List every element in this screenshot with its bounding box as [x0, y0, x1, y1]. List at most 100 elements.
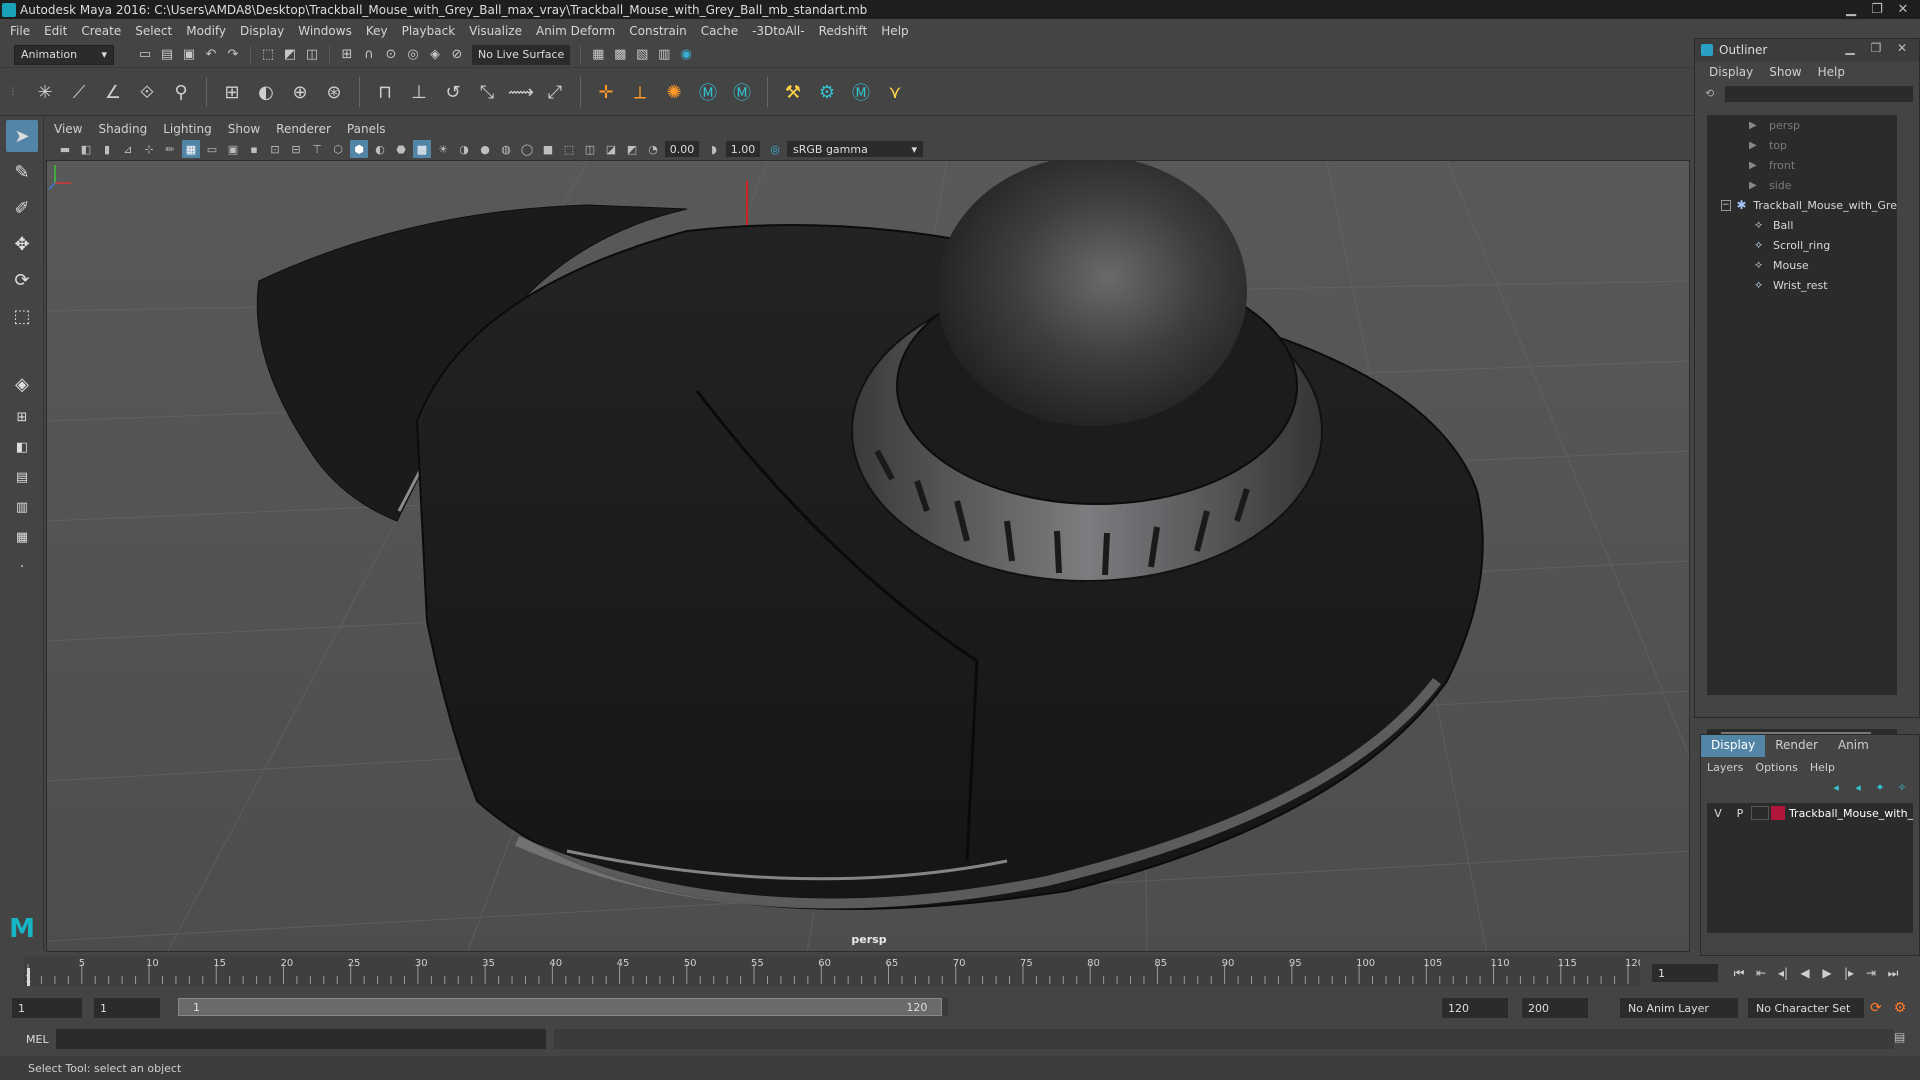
parent-constraint-icon[interactable]: Ⓜ: [693, 77, 723, 107]
layer-menu-layers[interactable]: Layers: [1707, 761, 1743, 774]
wireframe-icon[interactable]: ⬡: [329, 140, 347, 158]
menu-modify[interactable]: Modify: [186, 24, 226, 38]
move-layer-down-icon[interactable]: ◂: [1847, 781, 1869, 794]
panel-menu-show[interactable]: Show: [228, 122, 260, 136]
shelf-grip[interactable]: ⋮: [8, 74, 18, 110]
panel-menu-view[interactable]: View: [54, 122, 82, 136]
layer-display-type[interactable]: [1750, 806, 1769, 820]
persp-outliner-layout-icon[interactable]: ▤: [6, 464, 38, 490]
gamma-field[interactable]: 1.00: [726, 141, 760, 157]
camera-attributes-icon[interactable]: ◧: [77, 140, 95, 158]
menu-windows[interactable]: Windows: [298, 24, 352, 38]
playback-start-field[interactable]: 1: [94, 998, 160, 1018]
panel-menu-shading[interactable]: Shading: [98, 122, 147, 136]
use-all-lights-icon[interactable]: ☀: [434, 140, 452, 158]
graph-editor-layout-icon[interactable]: ▥: [6, 494, 38, 520]
snap-to-grid-icon[interactable]: ⊞: [338, 46, 356, 64]
set-key-rotate-icon[interactable]: ↺: [438, 77, 468, 107]
gate-mask-icon[interactable]: ▪: [245, 140, 263, 158]
exposure-field[interactable]: 0.00: [665, 141, 699, 157]
outliner-item-front[interactable]: ▶ front: [1707, 155, 1897, 175]
select-tool-icon[interactable]: ➤: [6, 120, 38, 152]
time-slider[interactable]: 1510152025303540455055606570758085909510…: [24, 956, 1640, 986]
outliner-search-input[interactable]: [1725, 86, 1913, 102]
command-input[interactable]: [56, 1029, 546, 1049]
new-scene-icon[interactable]: ▭: [136, 46, 154, 64]
render-view-icon[interactable]: ▥: [655, 46, 673, 64]
camera-select-icon[interactable]: ▬: [56, 140, 74, 158]
single-perspective-view-icon[interactable]: ◈: [6, 368, 38, 400]
snap-to-curve-icon[interactable]: ∩: [360, 46, 378, 64]
hypershade-icon[interactable]: ◉: [677, 46, 695, 64]
bookmark-icon[interactable]: ▮: [98, 140, 116, 158]
panel-menu-panels[interactable]: Panels: [347, 122, 386, 136]
joint-tool-icon[interactable]: ✳: [30, 77, 60, 107]
outliner-item-mouse[interactable]: ⟡ Mouse: [1707, 255, 1897, 275]
outliner-minimize-button[interactable]: ▁: [1837, 41, 1863, 55]
range-slider[interactable]: 1 120: [178, 998, 948, 1016]
mash-icon[interactable]: Ⓜ: [846, 77, 876, 107]
use-default-material-icon[interactable]: ◐: [371, 140, 389, 158]
undo-icon[interactable]: ↶: [202, 46, 220, 64]
scale-tool-icon[interactable]: ⬚: [6, 300, 38, 332]
persp-graph-layout-icon[interactable]: ◧: [6, 434, 38, 460]
anti-aliasing-icon[interactable]: ◯: [518, 140, 536, 158]
outliner-item-ball[interactable]: ⟡ Ball: [1707, 215, 1897, 235]
render-frame-icon[interactable]: ▩: [611, 46, 629, 64]
ghost-icon[interactable]: ⤢: [540, 77, 570, 107]
menu-edit[interactable]: Edit: [44, 24, 67, 38]
lattice-icon[interactable]: ⊕: [285, 77, 315, 107]
move-tool-icon[interactable]: ✥: [6, 228, 38, 260]
uv-editor-layout-icon[interactable]: ▦: [6, 524, 38, 550]
menu-anim-deform[interactable]: Anim Deform: [536, 24, 615, 38]
outliner-item-wrist-rest[interactable]: ⟡ Wrist_rest: [1707, 275, 1897, 295]
range-slider-handle[interactable]: 1 120: [178, 998, 943, 1016]
layer-visibility-toggle[interactable]: V: [1707, 807, 1729, 820]
panel-menu-lighting[interactable]: Lighting: [163, 122, 212, 136]
set-key-translate-icon[interactable]: ⊥: [404, 77, 434, 107]
select-by-hierarchy-icon[interactable]: ⬚: [259, 46, 277, 64]
menu-cache[interactable]: Cache: [701, 24, 738, 38]
panel-menu-renderer[interactable]: Renderer: [276, 122, 331, 136]
layer-row[interactable]: V P Trackball_Mouse_with_: [1707, 803, 1913, 823]
mirror-joint-icon[interactable]: ⚲: [166, 77, 196, 107]
menu-visualize[interactable]: Visualize: [469, 24, 522, 38]
step-back-key-icon[interactable]: ⇤: [1750, 964, 1772, 982]
step-forward-key-icon[interactable]: ⇥: [1860, 964, 1882, 982]
layer-color-swatch[interactable]: [1770, 806, 1785, 820]
safe-action-icon[interactable]: ⊟: [287, 140, 305, 158]
outliner-item-top[interactable]: ▶ top: [1707, 135, 1897, 155]
blend-shape-icon[interactable]: ⋎: [880, 77, 910, 107]
close-button[interactable]: ✕: [1890, 0, 1916, 18]
menu-set-dropdown[interactable]: Animation ▾: [14, 44, 114, 65]
motion-path-icon[interactable]: ⟿: [506, 77, 536, 107]
play-forward-icon[interactable]: ▶: [1816, 964, 1838, 982]
resolution-gate-icon[interactable]: ▣: [224, 140, 242, 158]
orient-constraint-icon[interactable]: ✺: [659, 77, 689, 107]
menu-constrain[interactable]: Constrain: [629, 24, 687, 38]
collapse-toolbox-icon[interactable]: ·: [6, 554, 38, 580]
exposure-icon[interactable]: ◔: [644, 140, 662, 158]
view-transform-dropdown[interactable]: sRGB gamma ▾: [787, 141, 923, 157]
film-gate-icon[interactable]: ▭: [203, 140, 221, 158]
textured-icon[interactable]: ▩: [413, 140, 431, 158]
grid-toggle-icon[interactable]: ▦: [182, 140, 200, 158]
animation-preferences-icon[interactable]: ⚙: [1888, 998, 1912, 1018]
animation-end-field[interactable]: 200: [1522, 998, 1588, 1018]
skin-bind-icon[interactable]: ⊞: [217, 77, 247, 107]
xray-active-icon[interactable]: ◪: [602, 140, 620, 158]
save-scene-icon[interactable]: ▣: [180, 46, 198, 64]
step-back-frame-icon[interactable]: ◂|: [1772, 964, 1794, 982]
paint-select-tool-icon[interactable]: ✐: [6, 192, 38, 224]
menu-file[interactable]: File: [10, 24, 30, 38]
layer-playback-toggle[interactable]: P: [1729, 807, 1751, 820]
open-scene-icon[interactable]: ▤: [158, 46, 176, 64]
trackball-ball-mesh[interactable]: [937, 161, 1247, 426]
ik-spline-icon[interactable]: ∠: [98, 77, 128, 107]
menu-select[interactable]: Select: [135, 24, 172, 38]
menu-3dtoall[interactable]: -3DtoAll-: [752, 24, 804, 38]
outliner-item-side[interactable]: ▶ side: [1707, 175, 1897, 195]
menu-help[interactable]: Help: [881, 24, 908, 38]
outliner-maximize-button[interactable]: ❐: [1863, 41, 1889, 55]
outliner-menu-show[interactable]: Show: [1769, 65, 1801, 79]
